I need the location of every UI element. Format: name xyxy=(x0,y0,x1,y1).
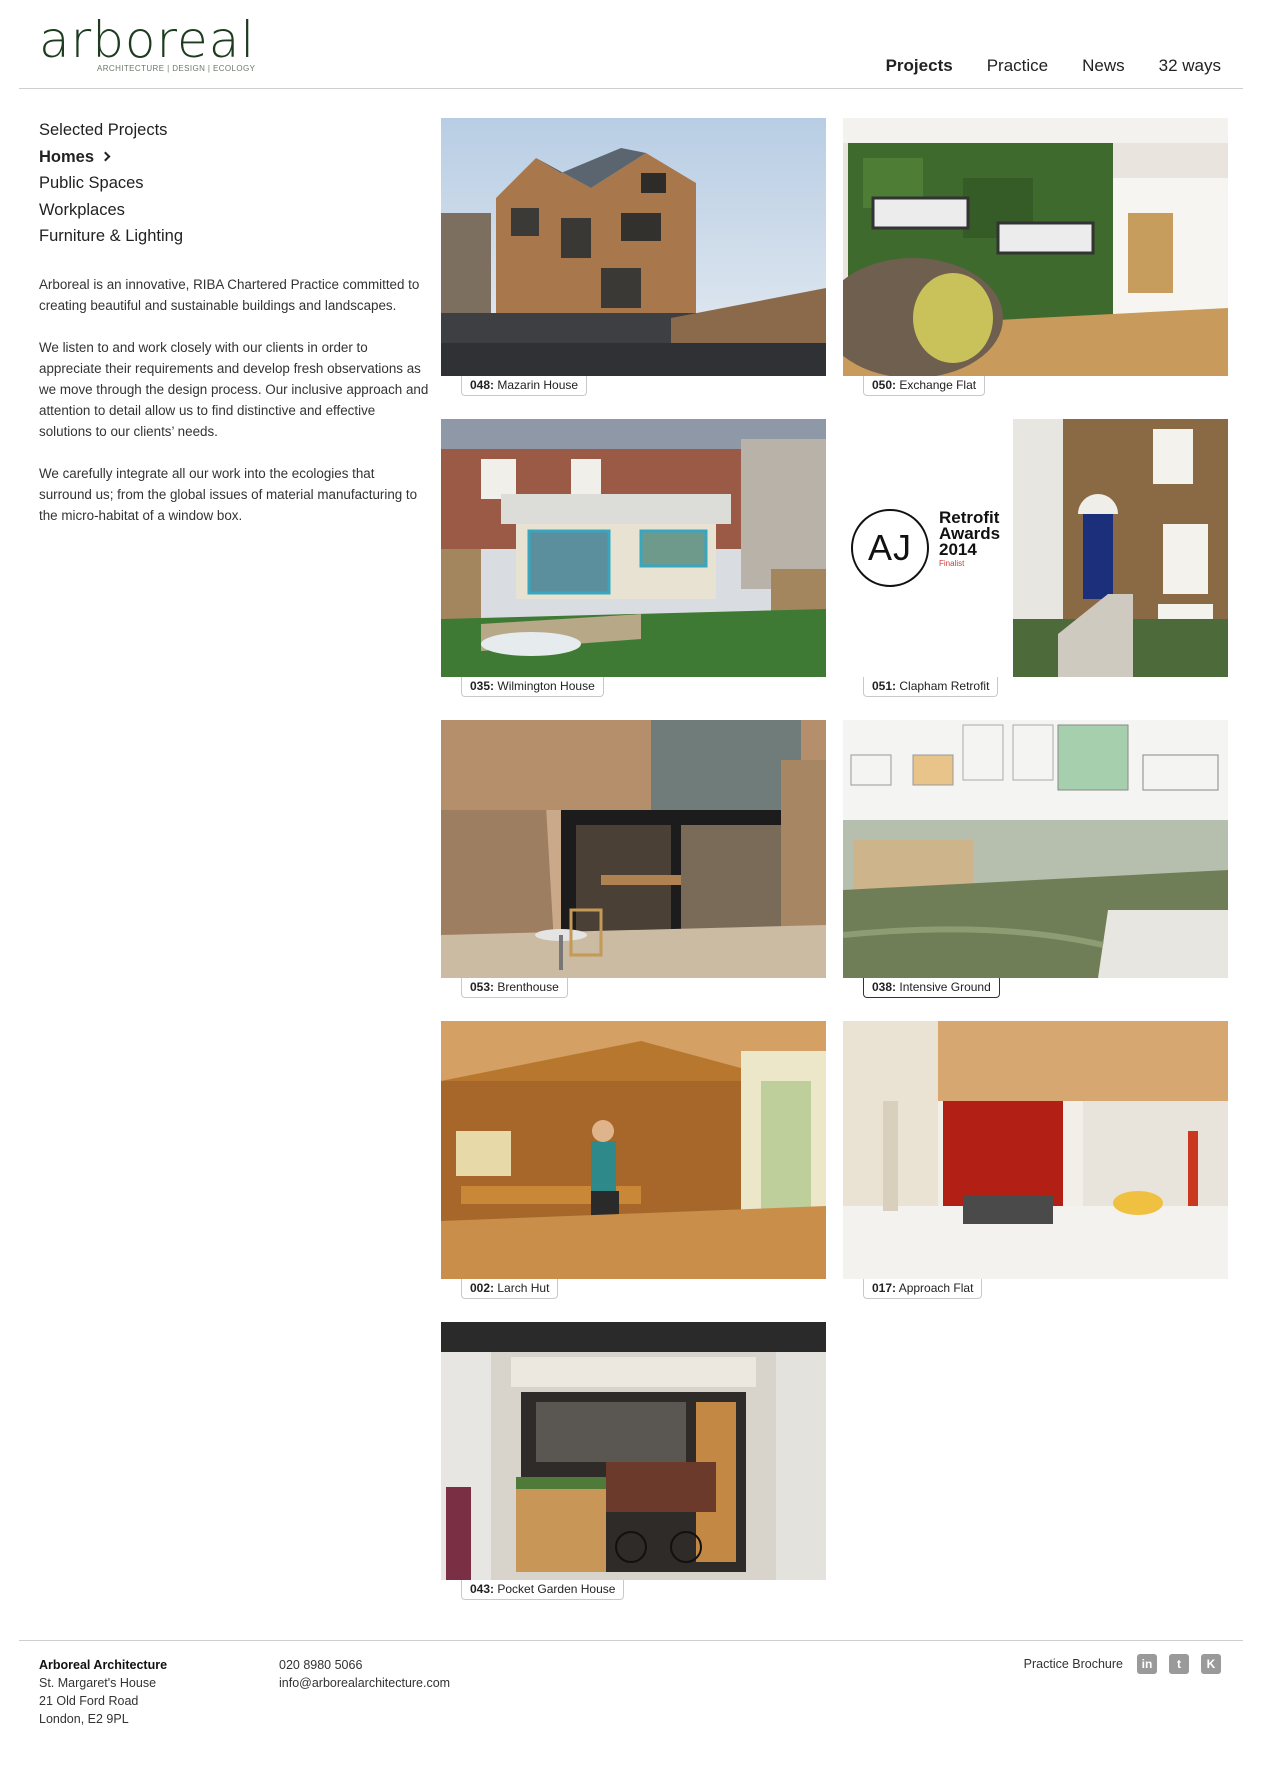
project-caption: 051: Clapham Retrofit xyxy=(863,677,999,697)
logo-wordmark: arboreal xyxy=(39,11,256,69)
project-photo xyxy=(441,720,826,978)
project-photo xyxy=(843,118,1228,376)
aj-logo-circle: AJ xyxy=(851,509,929,587)
phone-number[interactable]: 020 8980 5066 xyxy=(279,1656,450,1674)
project-caption: 038: Intensive Ground xyxy=(863,978,1000,998)
project-photo xyxy=(441,118,826,376)
address-line: 21 Old Ford Road xyxy=(39,1694,139,1708)
intro-paragraph: We carefully integrate all our work into… xyxy=(39,466,418,523)
project-name: Clapham Retrofit xyxy=(899,679,990,693)
company-name: Arboreal Architecture xyxy=(39,1658,168,1672)
project-number: 017: xyxy=(872,1281,897,1295)
project-name: Pocket Garden House xyxy=(497,1582,616,1596)
award-finalist: Finalist xyxy=(939,559,965,568)
category-furniture-lighting[interactable]: Furniture & Lighting xyxy=(39,223,183,250)
project-name: Mazarin House xyxy=(497,378,579,392)
category-label: Public Spaces xyxy=(39,174,144,192)
aj-award-badge: AJ Retrofit Awards 2014 Finalist xyxy=(851,509,1011,589)
project-name: Exchange Flat xyxy=(899,378,977,392)
project-caption: 050: Exchange Flat xyxy=(863,376,986,396)
intro-paragraph: We listen to and work closely with our c… xyxy=(39,340,429,439)
project-name: Brenthouse xyxy=(497,980,559,994)
address-line: St. Margaret's House xyxy=(39,1676,157,1690)
project-tile-mazarin-house[interactable]: 048: Mazarin House xyxy=(441,118,826,396)
site-header: arboreal ARCHITECTURE | DESIGN | ECOLOGY… xyxy=(0,0,1261,88)
header-divider xyxy=(19,88,1243,89)
nav-news[interactable]: News xyxy=(1082,56,1125,76)
project-number: 048: xyxy=(470,378,495,392)
project-number: 035: xyxy=(470,679,495,693)
project-caption: 017: Approach Flat xyxy=(863,1279,983,1299)
project-number: 043: xyxy=(470,1582,495,1596)
intro-paragraph: Arboreal is an innovative, RIBA Chartere… xyxy=(39,277,420,313)
linkedin-icon[interactable]: in xyxy=(1137,1654,1157,1674)
twitter-icon[interactable]: t xyxy=(1169,1654,1189,1674)
project-photo: AJ Retrofit Awards 2014 Finalist xyxy=(843,419,1228,677)
project-photo xyxy=(441,419,826,677)
footer-address: Arboreal Architecture St. Margaret's Hou… xyxy=(39,1656,167,1728)
project-tile-intensive-ground[interactable]: 038: Intensive Ground xyxy=(843,720,1228,998)
footer-contact: 020 8980 5066 info@arborealarchitecture.… xyxy=(279,1656,450,1692)
project-photo xyxy=(843,1021,1228,1279)
main-nav: Projects Practice News 32 ways xyxy=(886,56,1221,76)
project-photo xyxy=(441,1322,826,1580)
category-label: Homes xyxy=(39,147,95,166)
project-tile-exchange-flat[interactable]: 050: Exchange Flat xyxy=(843,118,1228,396)
project-number: 038: xyxy=(872,980,897,994)
project-caption: 048: Mazarin House xyxy=(461,376,588,396)
project-name: Wilmington House xyxy=(497,679,595,693)
category-workplaces[interactable]: Workplaces xyxy=(39,197,183,224)
practice-brochure-link[interactable]: Practice Brochure xyxy=(1024,1657,1123,1671)
footer-divider xyxy=(19,1640,1243,1641)
project-number: 050: xyxy=(872,378,897,392)
project-tile-clapham-retrofit[interactable]: AJ Retrofit Awards 2014 Finalist 051: Cl… xyxy=(843,419,1228,697)
project-caption: 035: Wilmington House xyxy=(461,677,604,697)
logo-tagline: ARCHITECTURE | DESIGN | ECOLOGY xyxy=(97,64,256,73)
practice-intro: Arboreal is an innovative, RIBA Chartere… xyxy=(39,274,429,547)
project-photo xyxy=(441,1021,826,1279)
project-name: Approach Flat xyxy=(898,1281,974,1295)
project-photo xyxy=(843,720,1228,978)
project-name: Intensive Ground xyxy=(899,980,991,994)
category-label: Workplaces xyxy=(39,200,125,219)
award-title: Retrofit Awards 2014 Finalist xyxy=(939,509,1000,569)
project-name: Larch Hut xyxy=(497,1281,550,1295)
category-selected-projects[interactable]: Selected Projects xyxy=(39,117,183,144)
category-label: Selected Projects xyxy=(39,121,168,139)
kickstarter-icon[interactable]: K xyxy=(1201,1654,1221,1674)
arboreal-logo[interactable]: arboreal ARCHITECTURE | DESIGN | ECOLOGY xyxy=(39,12,259,76)
project-tile-pocket-garden-house[interactable]: 043: Pocket Garden House xyxy=(441,1322,826,1600)
project-tile-wilmington-house[interactable]: 035: Wilmington House xyxy=(441,419,826,697)
project-number: 053: xyxy=(470,980,495,994)
address-line: London, E2 9PL xyxy=(39,1712,129,1726)
nav-practice[interactable]: Practice xyxy=(987,56,1048,76)
project-caption: 043: Pocket Garden House xyxy=(461,1580,625,1600)
aj-logo-text: AJ xyxy=(867,527,912,568)
award-line: 2014 xyxy=(939,540,977,559)
project-tile-approach-flat[interactable]: 017: Approach Flat xyxy=(843,1021,1228,1299)
project-tile-brenthouse[interactable]: 053: Brenthouse xyxy=(441,720,826,998)
nav-projects[interactable]: Projects xyxy=(886,56,953,76)
project-tile-larch-hut[interactable]: 002: Larch Hut xyxy=(441,1021,826,1299)
category-menu: Selected Projects Homes Public Spaces Wo… xyxy=(39,117,183,250)
category-label: Furniture & Lighting xyxy=(39,227,183,245)
footer-links: Practice Brochure in t K xyxy=(1024,1654,1221,1674)
category-public-spaces[interactable]: Public Spaces xyxy=(39,170,183,197)
project-caption: 053: Brenthouse xyxy=(461,978,568,998)
chevron-right-icon xyxy=(100,151,111,161)
category-homes[interactable]: Homes xyxy=(39,144,183,171)
project-number: 051: xyxy=(872,679,897,693)
nav-32-ways[interactable]: 32 ways xyxy=(1159,56,1221,76)
project-number: 002: xyxy=(470,1281,495,1295)
email-link[interactable]: info@arborealarchitecture.com xyxy=(279,1674,450,1692)
project-caption: 002: Larch Hut xyxy=(461,1279,559,1299)
